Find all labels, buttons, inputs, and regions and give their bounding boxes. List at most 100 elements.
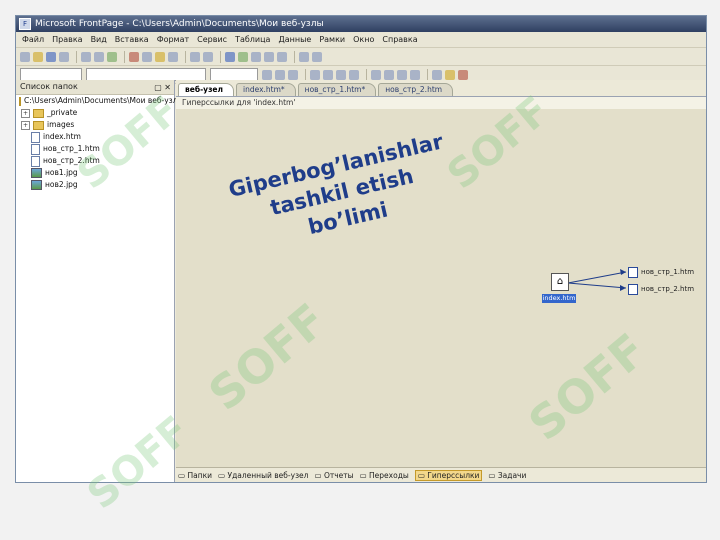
window-title: Microsoft FrontPage - C:\Users\Admin\Doc… xyxy=(35,19,324,29)
align-right-icon[interactable] xyxy=(336,69,346,80)
menu-window[interactable]: Окно xyxy=(353,35,374,44)
toolbar-separator xyxy=(427,68,428,81)
cut-icon[interactable] xyxy=(129,51,139,62)
undo-icon[interactable] xyxy=(190,51,200,62)
menu-bar: Файл Правка Вид Вставка Формат Сервис Та… xyxy=(16,32,706,48)
tree-item-image2[interactable]: нов2.jpg xyxy=(16,179,174,191)
toolbar-separator xyxy=(124,50,125,63)
menu-tools[interactable]: Сервис xyxy=(197,35,227,44)
underline-icon[interactable] xyxy=(288,69,298,80)
toolbar-separator xyxy=(76,50,77,63)
menu-format[interactable]: Формат xyxy=(157,35,189,44)
print-icon[interactable] xyxy=(81,51,91,62)
expand-icon[interactable]: + xyxy=(21,120,30,130)
justify-icon[interactable] xyxy=(349,69,359,80)
pane-controls: ▢ ✕ xyxy=(154,81,171,95)
bullets-icon[interactable] xyxy=(384,69,394,80)
link-node-2[interactable]: нов_стр_2.htm xyxy=(641,285,694,293)
folder-icon xyxy=(19,96,21,106)
tab-index[interactable]: index.htm* xyxy=(236,83,296,96)
tree-item-index[interactable]: index.htm xyxy=(16,131,174,143)
align-left-icon[interactable] xyxy=(310,69,320,80)
toolbar-separator xyxy=(220,50,221,63)
tree-item-page2[interactable]: нов_стр_2.htm xyxy=(16,155,174,167)
copy-icon[interactable] xyxy=(142,51,152,62)
page-icon xyxy=(31,131,40,143)
menu-help[interactable]: Справка xyxy=(382,35,417,44)
paste-icon[interactable] xyxy=(155,51,165,62)
tree-item-label: нов1.jpg xyxy=(45,168,78,177)
folder-icon xyxy=(33,120,44,130)
tab-page1[interactable]: нов_стр_1.htm* xyxy=(297,83,377,96)
view-remote-site[interactable]: ▭ Удаленный веб-узел xyxy=(218,471,308,480)
new-page-icon[interactable] xyxy=(20,51,30,62)
menu-edit[interactable]: Правка xyxy=(52,35,82,44)
view-folders[interactable]: ▭ Папки xyxy=(178,471,212,480)
new-folder-icon[interactable]: ▢ xyxy=(154,83,162,92)
insert-picture-icon[interactable] xyxy=(238,51,248,62)
menu-insert[interactable]: Вставка xyxy=(115,35,149,44)
save-icon[interactable] xyxy=(46,51,56,62)
frontpage-app-icon: F xyxy=(19,18,31,30)
close-pane-icon[interactable]: ✕ xyxy=(164,83,171,92)
menu-data[interactable]: Данные xyxy=(278,35,311,44)
folder-list-title: Список папок xyxy=(20,82,78,91)
view-label: Отчеты xyxy=(323,470,354,480)
preview-icon[interactable] xyxy=(94,51,104,62)
format-painter-icon[interactable] xyxy=(168,51,178,62)
expand-icon[interactable]: + xyxy=(21,108,30,118)
borders-icon[interactable] xyxy=(432,69,442,80)
folder-tree: C:\Users\Admin\Documents\Мои веб-узлы + … xyxy=(16,95,183,191)
standard-toolbar xyxy=(16,48,706,66)
italic-icon[interactable] xyxy=(275,69,285,80)
publish-icon[interactable] xyxy=(59,51,69,62)
tree-item-label: нов_стр_2.htm xyxy=(43,156,100,165)
view-label: Удаленный веб-узел xyxy=(227,470,309,480)
menu-view[interactable]: Вид xyxy=(91,35,107,44)
menu-file[interactable]: Файл xyxy=(22,35,44,44)
view-navigation[interactable]: ▭ Переходы xyxy=(360,471,409,480)
tab-website[interactable]: веб-узел xyxy=(178,83,235,96)
bold-icon[interactable] xyxy=(262,69,272,80)
home-page-icon[interactable]: ⌂ xyxy=(551,273,569,291)
view-hyperlinks[interactable]: ▭ Гиперссылки xyxy=(414,469,483,481)
menu-table[interactable]: Таблица xyxy=(235,35,270,44)
tab-page2[interactable]: нов_стр_2.htm xyxy=(378,83,454,96)
redo-icon[interactable] xyxy=(203,51,213,62)
toolbar-separator xyxy=(185,50,186,63)
tree-item-label: images xyxy=(47,120,75,129)
increase-indent-icon[interactable] xyxy=(410,69,420,80)
toolbar-separator xyxy=(294,50,295,63)
insert-hyperlink-icon[interactable] xyxy=(251,51,261,62)
numbering-icon[interactable] xyxy=(371,69,381,80)
link-node-1[interactable]: нов_стр_1.htm xyxy=(641,268,694,276)
tree-item-images[interactable]: + images xyxy=(16,119,174,131)
view-tasks[interactable]: ▭ Задачи xyxy=(488,471,526,480)
tree-item-label: _private xyxy=(47,108,78,117)
image-icon xyxy=(31,168,42,178)
refresh-icon[interactable] xyxy=(264,51,274,62)
tree-root[interactable]: C:\Users\Admin\Documents\Мои веб-узлы xyxy=(16,95,183,107)
font-color-icon[interactable] xyxy=(458,69,468,80)
center-node-label[interactable]: index.htm xyxy=(542,294,576,303)
help-icon[interactable] xyxy=(312,51,322,62)
title-bar: F Microsoft FrontPage - C:\Users\Admin\D… xyxy=(16,16,706,32)
highlight-icon[interactable] xyxy=(445,69,455,80)
menu-frames[interactable]: Рамки xyxy=(319,35,345,44)
frontpage-window: F Microsoft FrontPage - C:\Users\Admin\D… xyxy=(15,15,707,483)
open-folder-icon[interactable] xyxy=(33,51,43,62)
view-reports[interactable]: ▭ Отчеты xyxy=(314,471,353,480)
align-center-icon[interactable] xyxy=(323,69,333,80)
page-icon xyxy=(628,284,638,295)
tree-item-image1[interactable]: нов1.jpg xyxy=(16,167,174,179)
view-label: Гиперссылки xyxy=(427,470,480,480)
spelling-icon[interactable] xyxy=(107,51,117,62)
stop-icon[interactable] xyxy=(277,51,287,62)
insert-table-icon[interactable] xyxy=(225,51,235,62)
tree-item-page1[interactable]: нов_стр_1.htm xyxy=(16,143,174,155)
tree-item-private[interactable]: + _private xyxy=(16,107,174,119)
show-all-icon[interactable] xyxy=(299,51,309,62)
page-icon xyxy=(31,155,40,167)
decrease-indent-icon[interactable] xyxy=(397,69,407,80)
tree-item-label: нов2.jpg xyxy=(45,180,78,189)
